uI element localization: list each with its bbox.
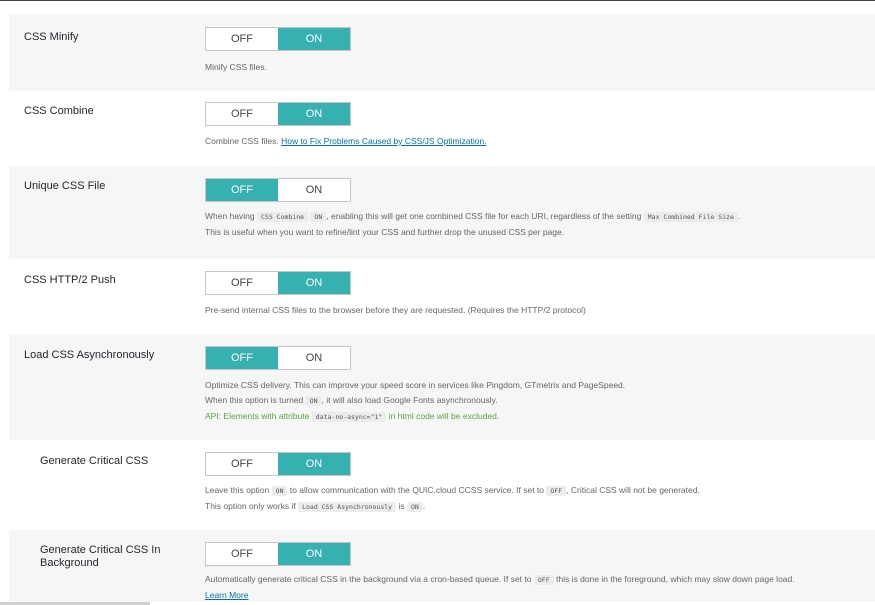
setting-css-combine: CSS Combine OFF ON Combine CSS files. Ho…	[9, 91, 875, 166]
setting-label: CSS Minify	[24, 31, 79, 43]
learn-more-link[interactable]: Learn More	[205, 590, 248, 600]
top-border	[0, 0, 875, 1]
setting-critical-css-background: Generate Critical CSS In Background OFF …	[9, 530, 875, 602]
toggle-off[interactable]: OFF	[206, 453, 278, 475]
toggle-off[interactable]: OFF	[206, 28, 278, 50]
setting-label: Generate Critical CSS	[40, 455, 149, 467]
css-minify-toggle: OFF ON	[205, 27, 351, 51]
toggle-on[interactable]: ON	[278, 543, 350, 565]
api-note: API: Elements with attribute data-no-asy…	[205, 411, 500, 422]
setting-css-http2-push: CSS HTTP/2 Push OFF ON Pre-send internal…	[9, 259, 875, 335]
setting-label: Unique CSS File	[24, 180, 106, 192]
code-max-combined-file-size: Max Combined File Size	[643, 212, 738, 222]
setting-description: Pre-send internal CSS files to the brows…	[205, 305, 586, 315]
setting-load-css-async: Load CSS Asynchronously OFF ON Optimize …	[9, 335, 875, 440]
code-on: ON	[406, 502, 423, 512]
setting-label: Load CSS Asynchronously	[24, 349, 155, 361]
setting-description: When having CSS Combine ON, enabling thi…	[205, 211, 741, 237]
toggle-on[interactable]: ON	[278, 347, 350, 369]
setting-css-minify: CSS Minify OFF ON Minify CSS files.	[9, 14, 875, 91]
toggle-off[interactable]: OFF	[206, 179, 278, 201]
code-on: ON	[271, 486, 288, 496]
code-data-no-async: data-no-async="1"	[311, 412, 387, 422]
css-combine-toggle: OFF ON	[205, 102, 351, 126]
setting-unique-css-file: Unique CSS File OFF ON When having CSS C…	[9, 166, 875, 259]
toggle-on[interactable]: ON	[278, 179, 350, 201]
critical-css-background-toggle: OFF ON	[205, 542, 351, 566]
setting-description: Leave this option ON to allow communicat…	[205, 485, 700, 512]
setting-label: Generate Critical CSS In Background	[40, 544, 161, 569]
code-load-css-async: Load CSS Asynchronously	[298, 502, 397, 512]
toggle-off[interactable]: OFF	[206, 272, 278, 294]
unique-css-toggle: OFF ON	[205, 178, 351, 202]
setting-label: CSS HTTP/2 Push	[24, 274, 116, 286]
setting-generate-critical-css: Generate Critical CSS OFF ON Leave this …	[9, 440, 875, 530]
code-css-combine: CSS Combine	[257, 212, 309, 222]
setting-description: Optimize CSS delivery. This can improve …	[205, 378, 625, 425]
fix-problems-link[interactable]: How to Fix Problems Caused by CSS/JS Opt…	[281, 136, 487, 146]
setting-description: Minify CSS files.	[205, 62, 267, 72]
toggle-on[interactable]: ON	[278, 272, 350, 294]
toggle-on[interactable]: ON	[278, 103, 350, 125]
setting-description: Combine CSS files. How to Fix Problems C…	[205, 136, 487, 146]
code-off: OFF	[533, 575, 554, 585]
toggle-on[interactable]: ON	[278, 28, 350, 50]
setting-description: Automatically generate critical CSS in t…	[205, 574, 795, 600]
code-on: ON	[305, 396, 322, 406]
toggle-on[interactable]: ON	[278, 453, 350, 475]
toggle-off[interactable]: OFF	[206, 103, 278, 125]
http2-push-toggle: OFF ON	[205, 271, 351, 295]
code-off: OFF	[546, 486, 567, 496]
setting-label: CSS Combine	[24, 105, 94, 117]
toggle-off[interactable]: OFF	[206, 543, 278, 565]
load-css-async-toggle: OFF ON	[205, 346, 351, 370]
toggle-off[interactable]: OFF	[206, 347, 278, 369]
critical-css-toggle: OFF ON	[205, 452, 351, 476]
code-on: ON	[310, 212, 327, 222]
